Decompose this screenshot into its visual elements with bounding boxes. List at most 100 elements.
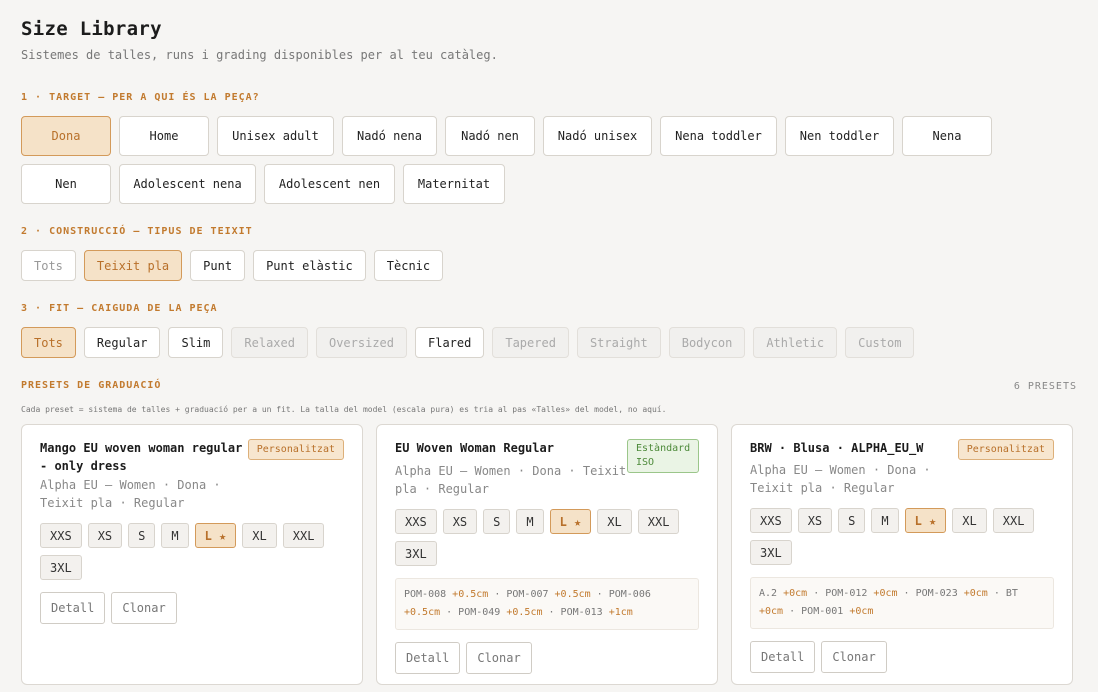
size-chip: M [161, 523, 189, 548]
pom-summary: POM-008 +0.5cm · POM-007 +0.5cm · POM-00… [395, 578, 699, 630]
presets-note: Cada preset = sistema de talles + gradua… [21, 405, 667, 414]
target-option-dona[interactable]: Dona [21, 116, 111, 156]
presets-count: 6 PRESETS [1013, 380, 1077, 392]
target-option-adolescent-nen[interactable]: Adolescent nen [264, 164, 395, 204]
pom-delta: +0.5cm [452, 589, 489, 600]
target-option-home[interactable]: Home [119, 116, 209, 156]
clone-button[interactable]: Clonar [466, 642, 532, 674]
fit-option-oversized: Oversized [315, 327, 407, 358]
target-option-nena-toddler[interactable]: Nena toddler [660, 116, 777, 156]
construction-option-teixit-pla[interactable]: Teixit pla [83, 250, 183, 281]
pom-delta: +0cm [759, 606, 784, 617]
construction-option-tecnic[interactable]: Tècnic [373, 250, 444, 281]
size-chip-base: L ★ [194, 523, 237, 548]
detail-button[interactable]: Detall [750, 641, 816, 673]
pom-delta: +1cm [608, 607, 633, 618]
pom-text: · POM-001 [783, 606, 850, 617]
pom-text: POM-008 [404, 589, 453, 600]
construction-options: Tots Teixit pla Punt Punt elàstic Tècnic [21, 250, 1077, 281]
preset-subtitle: Alpha EU — Women · Dona · Teixit pla · R… [395, 464, 627, 496]
pom-text: · POM-013 [542, 607, 609, 618]
size-chip: XXL [992, 508, 1035, 533]
size-chip: XL [952, 508, 987, 533]
target-option-nen[interactable]: Nen [21, 164, 111, 204]
preset-cards: Mango EU woven woman regular - only dres… [21, 424, 1073, 685]
clone-button[interactable]: Clonar [821, 641, 887, 673]
size-chip: 3XL [395, 541, 437, 566]
preset-subtitle: Alpha EU — Women · Dona · Teixit pla · R… [40, 478, 221, 510]
clone-button[interactable]: Clonar [111, 592, 177, 624]
size-chip: XS [87, 523, 123, 548]
pom-delta: +0.5cm [506, 607, 543, 618]
target-option-nado-nen[interactable]: Nadó nen [445, 116, 535, 156]
size-chip: XXS [40, 523, 82, 548]
size-chip: M [871, 508, 899, 533]
preset-sizes: XXS XS S M L ★ XL XXL 3XL [40, 523, 344, 580]
pom-summary: A.2 +0cm · POM-012 +0cm · POM-023 +0cm ·… [750, 577, 1054, 629]
size-chip: XXL [282, 523, 325, 548]
fit-option-custom: Custom [845, 327, 915, 358]
detail-button[interactable]: Detall [40, 592, 106, 624]
target-option-nado-unisex[interactable]: Nadó unisex [543, 116, 652, 156]
fit-option-flared[interactable]: Flared [415, 327, 485, 358]
preset-sizes: XXS XS S M L ★ XL XXL 3XL [750, 508, 1054, 565]
preset-card: Mango EU woven woman regular - only dres… [21, 424, 363, 685]
construction-option-punt-elastic[interactable]: Punt elàstic [253, 250, 366, 281]
size-chip: S [838, 508, 866, 533]
preset-badge: Personalitzat [247, 439, 344, 460]
detail-button[interactable]: Detall [395, 642, 461, 674]
fit-section-label: 3 · FIT — CAIGUDA DE LA PEÇA [21, 303, 218, 314]
target-option-maternitat[interactable]: Maternitat [403, 164, 505, 204]
size-chip: XL [242, 523, 277, 548]
construction-option-tots[interactable]: Tots [21, 250, 76, 281]
fit-option-bodycon: Bodycon [668, 327, 746, 358]
pom-text: · POM-023 [897, 588, 964, 599]
pom-text: · BT [987, 588, 1018, 599]
fit-option-tapered: Tapered [492, 327, 569, 358]
target-options: Dona Home Unisex adult Nadó nena Nadó ne… [21, 116, 1077, 204]
pom-text: · POM-049 [440, 607, 507, 618]
target-option-nado-nena[interactable]: Nadó nena [342, 116, 437, 156]
target-option-adolescent-nena[interactable]: Adolescent nena [119, 164, 256, 204]
preset-sizes: XXS XS S M L ★ XL XXL 3XL [395, 509, 699, 566]
page-title: Size Library [21, 18, 162, 40]
fit-option-straight: Straight [576, 327, 661, 358]
target-option-nena[interactable]: Nena [902, 116, 992, 156]
presets-header: PRESETS DE GRADUACIÓ 6 PRESETS [21, 380, 1077, 392]
fit-option-regular[interactable]: Regular [83, 327, 161, 358]
size-chip: S [128, 523, 156, 548]
construction-option-punt[interactable]: Punt [190, 250, 246, 281]
target-option-unisex-adult[interactable]: Unisex adult [217, 116, 334, 156]
size-chip: S [483, 509, 511, 534]
fit-option-tots[interactable]: Tots [21, 327, 76, 358]
size-chip: 3XL [40, 555, 82, 580]
size-chip: XXS [395, 509, 437, 534]
pom-text: · POM-006 [590, 589, 651, 600]
pom-delta: +0.5cm [404, 607, 441, 618]
size-chip-base: L ★ [549, 509, 592, 534]
size-chip: M [516, 509, 544, 534]
pom-delta: +0cm [783, 588, 808, 599]
pom-text: A.2 [759, 588, 784, 599]
size-chip-base: L ★ [904, 508, 947, 533]
preset-badge: Estàndard ISO [627, 439, 699, 473]
fit-options: Tots Regular Slim Relaxed Oversized Flar… [21, 327, 1077, 358]
construction-section-label: 2 · CONSTRUCCIÓ — TIPUS DE TEIXIT [21, 226, 253, 237]
size-chip: XL [597, 509, 632, 534]
fit-option-relaxed: Relaxed [231, 327, 308, 358]
pom-delta: +0cm [963, 588, 988, 599]
pom-text: · POM-012 [807, 588, 874, 599]
fit-option-slim[interactable]: Slim [168, 327, 224, 358]
target-option-nen-toddler[interactable]: Nen toddler [785, 116, 894, 156]
size-chip: XXS [750, 508, 792, 533]
size-chip: XXL [637, 509, 680, 534]
pom-text: · POM-007 [488, 589, 555, 600]
size-chip: XS [797, 508, 833, 533]
preset-title: BRW · Blusa · ALPHA_EU_W [750, 441, 924, 455]
preset-title: Mango EU woven woman regular - only dres… [40, 441, 243, 473]
pom-delta: +0cm [849, 606, 874, 617]
page-subtitle: Sistemes de talles, runs i grading dispo… [21, 48, 498, 62]
pom-delta: +0.5cm [554, 589, 591, 600]
presets-section-label: PRESETS DE GRADUACIÓ [21, 380, 162, 391]
target-section-label: 1 · TARGET — PER A QUI ÉS LA PEÇA? [21, 92, 260, 103]
